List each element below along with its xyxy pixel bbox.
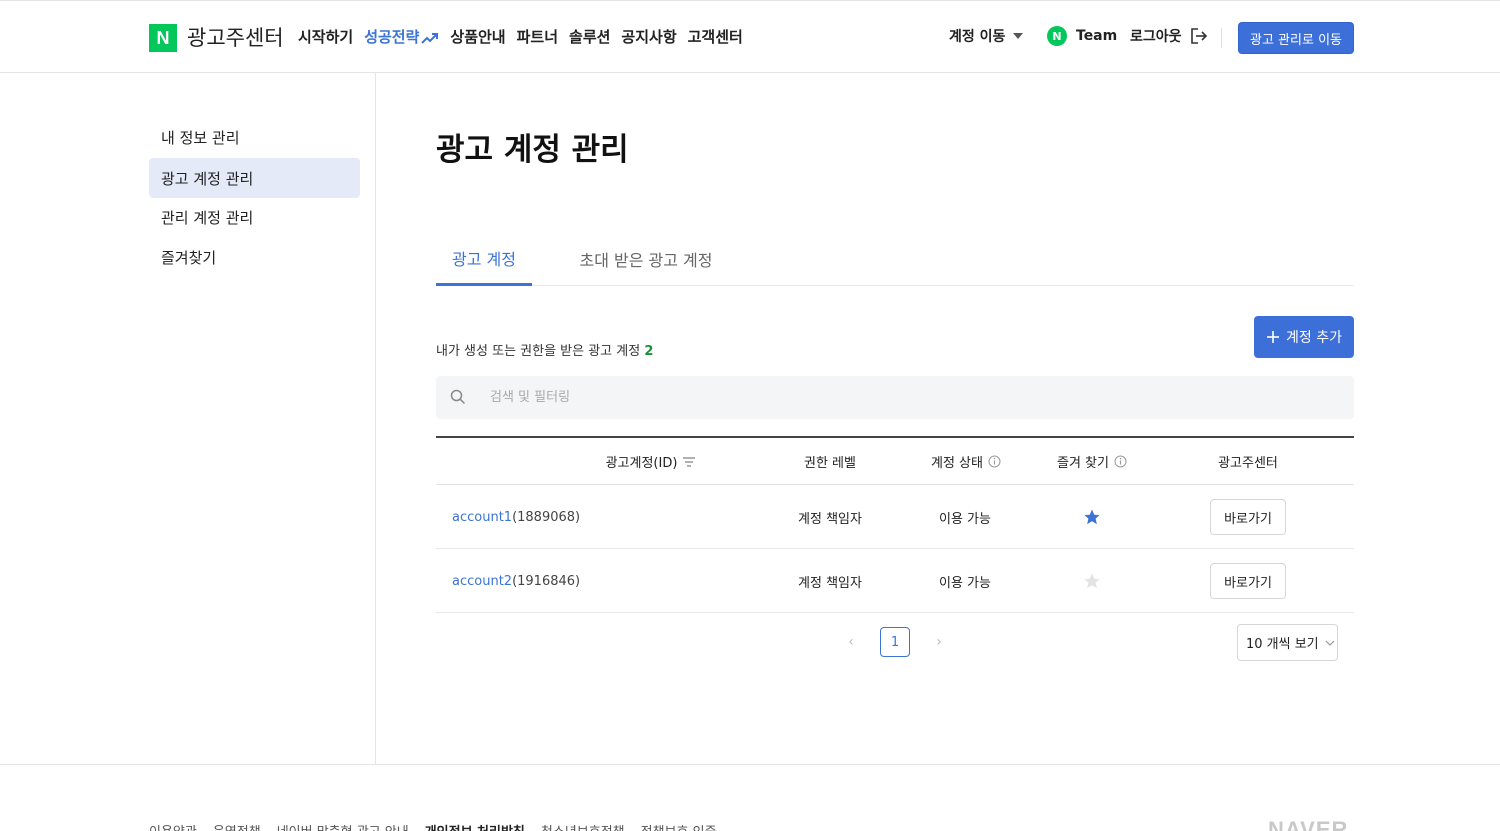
pagination: ‹ 1 ›: [844, 627, 946, 657]
account-count-label: 내가 생성 또는 권한을 받은 광고 계정: [436, 344, 641, 359]
account-link[interactable]: account1: [452, 510, 512, 525]
team-badge-icon: N: [1047, 26, 1067, 46]
page-number[interactable]: 1: [880, 627, 910, 657]
footer-link-youth[interactable]: 청소년보호정책: [541, 821, 625, 831]
logout-label: 로그아웃: [1130, 29, 1182, 45]
footer: 이용약관 운영정책 네이버 맞춤형 광고 안내 개인정보 처리방침 청소년보호정…: [0, 764, 1500, 831]
go-ad-manage-button[interactable]: 광고 관리로 이동: [1238, 22, 1354, 54]
logout-button[interactable]: 로그아웃: [1130, 26, 1208, 46]
account-count-value: 2: [644, 344, 654, 359]
col-favorite-label: 즐겨 찾기: [1057, 456, 1109, 471]
tab-ad-accounts[interactable]: 광고 계정: [436, 232, 532, 286]
col-account-label: 광고계정(ID): [605, 456, 678, 471]
table-header: 광고계정(ID) 권한 레벨 계정 상태 즐겨 찾기 광고주센터: [436, 438, 1354, 485]
col-center: 광고주센터: [1218, 456, 1278, 471]
accounts-table: 광고계정(ID) 권한 레벨 계정 상태 즐겨 찾기 광고주센터 account…: [436, 436, 1354, 613]
table-row: account1 (1889068) 계정 책임자 이용 가능 바로가기: [436, 485, 1354, 549]
account-move-label: 계정 이동: [949, 29, 1006, 45]
naver-footer-logo: NAVER: [1268, 817, 1349, 831]
logout-icon: [1190, 28, 1207, 44]
filter-icon[interactable]: [682, 456, 696, 467]
add-account-label: 계정 추가: [1286, 330, 1342, 346]
account-name-cell: account1 (1889068): [452, 485, 580, 549]
col-status-label: 계정 상태: [931, 456, 983, 471]
account-count: 내가 생성 또는 권한을 받은 광고 계정 2: [436, 340, 653, 359]
account-name-cell: account2 (1916846): [452, 549, 580, 613]
footer-link-cert[interactable]: 정책보호 인증: [641, 821, 717, 831]
status-cell: 이용 가능: [939, 511, 991, 527]
main-nav: 시작하기 성공전략 상품안내 파트너 솔루션 공지사항 고객센터: [298, 26, 743, 47]
info-icon[interactable]: [988, 455, 1001, 468]
nav-item-solution[interactable]: 솔루션: [569, 26, 610, 47]
account-id: (1916846): [512, 573, 581, 589]
sidebar-item-favorites[interactable]: 즐겨찾기: [149, 237, 360, 277]
permission-cell: 계정 책임자: [798, 575, 862, 591]
goto-button[interactable]: 바로가기: [1210, 563, 1286, 599]
sidebar: 내 정보 관리 광고 계정 관리 관리 계정 관리 즐겨찾기: [0, 73, 376, 764]
goto-button[interactable]: 바로가기: [1210, 499, 1286, 535]
account-link[interactable]: account2: [452, 574, 512, 589]
nav-item-partner[interactable]: 파트너: [517, 26, 558, 47]
logo-text[interactable]: 광고주센터: [187, 22, 284, 52]
team-label: Team: [1076, 28, 1118, 44]
col-permission: 권한 레벨: [804, 456, 856, 471]
footer-link-custom-ad[interactable]: 네이버 맞춤형 광고 안내: [277, 821, 409, 831]
tab-invited-accounts[interactable]: 초대 받은 광고 계정: [568, 232, 724, 286]
search-icon: [450, 389, 466, 405]
star-filled-icon[interactable]: [1083, 508, 1101, 526]
col-status: 계정 상태: [914, 438, 1018, 485]
page-title: 광고 계정 관리: [436, 132, 629, 168]
team-indicator[interactable]: N Team: [1047, 26, 1117, 46]
footer-link-terms[interactable]: 이용약관: [149, 821, 197, 831]
naver-logo-icon[interactable]: N: [149, 24, 177, 52]
search-input[interactable]: [490, 376, 1330, 419]
col-account[interactable]: 광고계정(ID): [526, 438, 776, 485]
nav-item-start[interactable]: 시작하기: [298, 26, 353, 47]
nav-item-strategy[interactable]: 성공전략: [364, 26, 439, 47]
chevron-down-icon: [1325, 640, 1335, 646]
nav-item-notice[interactable]: 공지사항: [621, 26, 676, 47]
sidebar-item-ad-accounts[interactable]: 광고 계정 관리: [149, 158, 360, 198]
trend-up-icon: [421, 32, 439, 44]
col-favorite: 즐겨 찾기: [1040, 438, 1144, 485]
plus-icon: [1267, 331, 1279, 343]
sidebar-item-manager-accounts[interactable]: 관리 계정 관리: [149, 197, 360, 237]
search-bar: [436, 376, 1354, 419]
info-icon[interactable]: [1114, 455, 1127, 468]
star-empty-icon[interactable]: [1083, 572, 1101, 590]
add-account-button[interactable]: 계정 추가: [1254, 316, 1354, 358]
tab-bar: 광고 계정 초대 받은 광고 계정: [436, 232, 1354, 286]
header-divider: [1221, 28, 1222, 48]
status-cell: 이용 가능: [939, 575, 991, 591]
nav-item-products[interactable]: 상품안내: [450, 26, 505, 47]
next-page-icon[interactable]: ›: [932, 634, 946, 650]
footer-link-policy[interactable]: 운영정책: [213, 821, 261, 831]
sidebar-item-my-info[interactable]: 내 정보 관리: [149, 117, 360, 157]
account-move-dropdown[interactable]: 계정 이동: [949, 26, 1024, 46]
per-page-select[interactable]: 10 개씩 보기: [1237, 624, 1338, 661]
table-row: account2 (1916846) 계정 책임자 이용 가능 바로가기: [436, 549, 1354, 613]
account-id: (1889068): [512, 509, 581, 525]
prev-page-icon[interactable]: ‹: [844, 634, 858, 650]
goto-cell: 바로가기: [1210, 485, 1286, 549]
favorite-cell: [1040, 549, 1144, 613]
nav-item-strategy-label: 성공전략: [364, 28, 420, 46]
footer-links: 이용약관 운영정책 네이버 맞춤형 광고 안내 개인정보 처리방침 청소년보호정…: [149, 821, 717, 831]
goto-cell: 바로가기: [1210, 549, 1286, 613]
footer-link-privacy[interactable]: 개인정보 처리방침: [425, 821, 525, 831]
nav-item-support[interactable]: 고객센터: [688, 26, 743, 47]
permission-cell: 계정 책임자: [798, 511, 862, 527]
per-page-label: 10 개씩 보기: [1246, 637, 1319, 652]
top-header: N 광고주센터 시작하기 성공전략 상품안내 파트너 솔루션 공지사항 고객센터…: [0, 0, 1500, 73]
favorite-cell: [1040, 485, 1144, 549]
caret-down-icon: [1013, 33, 1024, 39]
